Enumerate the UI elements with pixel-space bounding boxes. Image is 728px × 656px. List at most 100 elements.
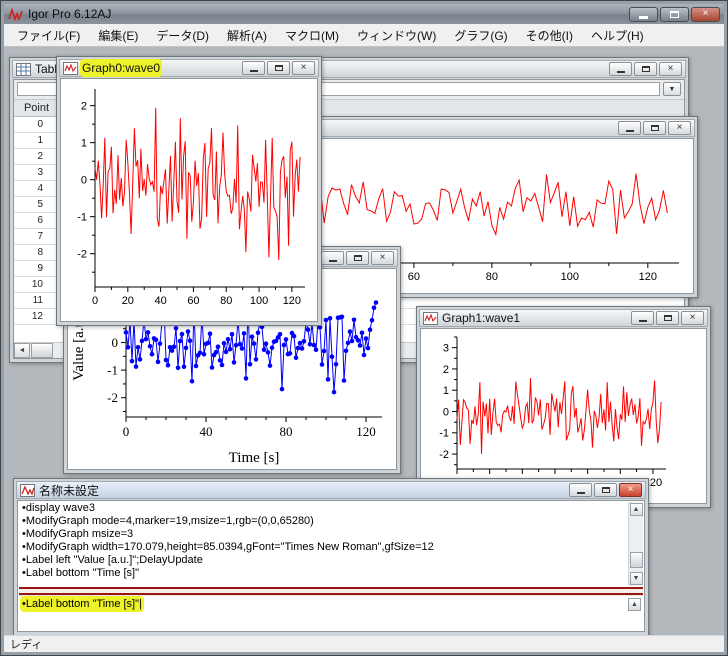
menu-item[interactable]: 編集(E) [89,24,147,46]
history-line: •display wave3 [19,502,627,515]
svg-text:0: 0 [81,175,87,187]
graph0-minimize-button[interactable] [242,61,265,75]
svg-text:40: 40 [155,295,167,307]
graph1-maximize-button[interactable] [656,311,679,325]
svg-text:1: 1 [443,385,449,397]
main-titlebar[interactable]: Igor Pro 6.12AJ × [4,4,724,24]
graph3-close-button[interactable]: × [371,251,394,265]
svg-text:80: 80 [280,424,293,439]
svg-text:80: 80 [220,295,232,307]
row-number: 12 [14,309,60,324]
svg-text:0: 0 [92,295,98,307]
graph-icon [63,62,78,75]
graph0-close-button[interactable]: × [292,61,315,75]
graph2-close-button[interactable]: × [668,121,691,135]
graph2-maximize-button[interactable] [643,121,666,135]
table-point-header[interactable]: Point [14,100,60,116]
command-minimize-button[interactable] [569,483,592,497]
svg-text:120: 120 [356,424,376,439]
svg-text:80: 80 [486,271,498,283]
window-graph0: Graph0:wave0 × 020406080100120210-1-2 [56,56,322,326]
graph0-titlebar[interactable]: Graph0:wave0 × [59,59,319,77]
row-number: 6 [14,213,60,228]
mdi-workspace: Table0 × ▼ Point 0123456789101112 ◄ [4,47,724,635]
row-number: 1 [14,133,60,148]
svg-text:40: 40 [200,424,213,439]
history-line: •Label bottom "Time [s]" [19,567,627,580]
graph0-maximize-button[interactable] [267,61,290,75]
command-scrollbar-thumb[interactable] [630,552,643,568]
table-close-button[interactable]: × [659,62,682,76]
menu-item[interactable]: その他(I) [517,24,582,46]
row-number: 3 [14,165,60,180]
command-close-button[interactable]: × [619,483,642,497]
command-line[interactable]: •Label bottom "Time [s]"| ▲ [19,596,643,630]
table-scrollbar-thumb[interactable] [31,343,53,358]
command-maximize-button[interactable] [594,483,617,497]
igor-pro-window: Igor Pro 6.12AJ × ファイル(F)編集(E)データ(D)解析(A… [0,0,728,656]
table-restore-button[interactable] [634,62,657,76]
scroll-left-icon[interactable]: ◄ [14,343,30,358]
menu-item[interactable]: ウィンドウ(W) [348,24,445,46]
graph1-minimize-button[interactable] [631,311,654,325]
svg-text:0: 0 [123,424,130,439]
command-separator [19,587,643,596]
row-number: 11 [14,293,60,308]
row-number: 7 [14,229,60,244]
minimize-button[interactable] [629,7,658,22]
scroll-up-icon[interactable]: ▲ [630,503,643,516]
row-number: 0 [14,117,60,132]
graph1-close-button[interactable]: × [681,311,704,325]
graph2-minimize-button[interactable] [618,121,641,135]
svg-text:100: 100 [561,271,579,283]
svg-text:100: 100 [250,295,268,307]
graph1-plot[interactable]: 0204060801001203210-1-2 [421,329,706,503]
window-command: 名称未設定 × •display wave3•ModifyGraph mode=… [13,478,649,635]
row-number: 9 [14,261,60,276]
row-number: 2 [14,149,60,164]
svg-text:3: 3 [443,343,449,355]
table-icon [16,63,31,76]
svg-text:1: 1 [81,138,87,150]
command-history[interactable]: •display wave3•ModifyGraph mode=4,marker… [19,502,627,586]
menu-item[interactable]: 解析(A) [218,24,276,46]
svg-text:120: 120 [283,295,301,307]
igor-app-icon [8,8,23,21]
graph1-title: Graph1:wave1 [442,311,520,325]
graph-icon [423,312,438,325]
command-scrollbar[interactable]: ▲ ▼ [628,502,643,586]
svg-text:Time [s]: Time [s] [229,450,280,466]
scroll-down-icon[interactable]: ▼ [630,572,643,585]
svg-text:-1: -1 [439,428,449,440]
graph3-maximize-button[interactable] [346,251,369,265]
table-minimize-button[interactable] [609,62,632,76]
svg-text:0: 0 [112,335,119,350]
svg-text:2: 2 [81,101,87,113]
menu-item[interactable]: グラフ(G) [445,24,516,46]
table-dropdown-button[interactable]: ▼ [663,82,681,96]
command-titlebar[interactable]: 名称未設定 × [16,481,646,499]
svg-text:120: 120 [639,271,657,283]
history-line: •ModifyGraph mode=4,marker=19,msize=1,rg… [19,515,627,528]
graph1-titlebar[interactable]: Graph1:wave1 × [419,309,708,327]
history-line: •ModifyGraph msize=3 [19,528,627,541]
menu-item[interactable]: マクロ(M) [276,24,348,46]
menu-item[interactable]: ヘルプ(H) [582,24,653,46]
maximize-button[interactable] [660,7,689,22]
svg-text:-2: -2 [107,390,118,405]
graph3-minimize-button[interactable] [321,251,344,265]
graph0-plot[interactable]: 020406080100120210-1-2 [61,79,317,321]
row-number: 10 [14,277,60,292]
graph0-title: Graph0:wave0 [82,61,160,75]
menu-item[interactable]: データ(D) [147,24,218,46]
svg-text:-1: -1 [77,212,87,224]
history-line: •ModifyGraph width=170.079,height=85.039… [19,541,627,554]
command-line-text: •Label bottom "Time [s]"| [22,598,142,610]
igor-command-icon [20,484,35,497]
menu-item[interactable]: ファイル(F) [8,24,89,46]
svg-text:-2: -2 [77,249,87,261]
svg-text:2: 2 [443,364,449,376]
svg-text:-1: -1 [107,363,118,378]
close-button[interactable]: × [691,7,720,22]
command-expand-icon[interactable]: ▲ [628,598,641,611]
